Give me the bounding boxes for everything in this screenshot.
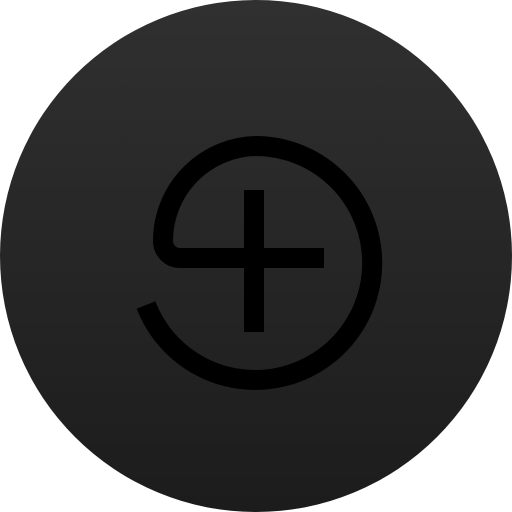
app-icon-stage — [0, 0, 512, 512]
app-icon[interactable] — [0, 0, 512, 512]
